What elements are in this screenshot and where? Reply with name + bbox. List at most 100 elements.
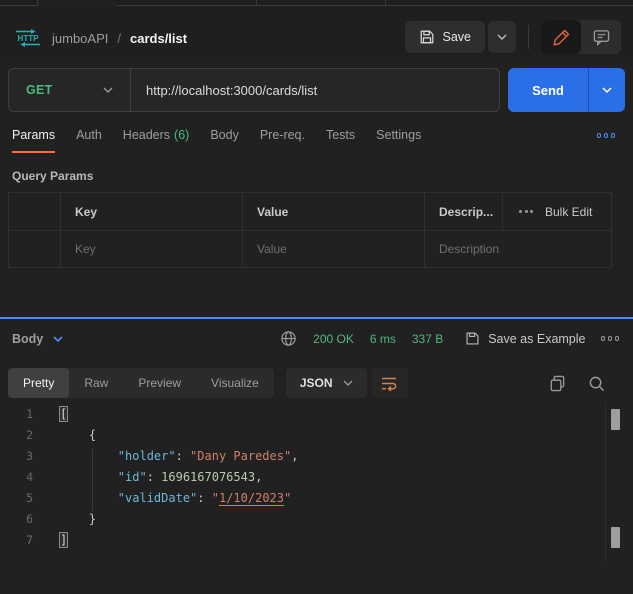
- code-token: ,: [291, 449, 298, 463]
- save-as-example-button[interactable]: Save as Example: [465, 331, 585, 346]
- code-line-content: {: [46, 425, 96, 446]
- code-token: :: [197, 491, 211, 505]
- row-selector-cell[interactable]: [9, 231, 61, 267]
- comment-icon: [593, 29, 610, 46]
- tab-headers[interactable]: Headers (6): [123, 128, 190, 153]
- tab-settings[interactable]: Settings: [376, 128, 421, 153]
- url-bar: GET http://localhost:3000/cards/list: [8, 68, 500, 112]
- code-line-content: [: [46, 404, 67, 425]
- code-line-content: }: [46, 509, 96, 530]
- send-button[interactable]: Send: [508, 68, 625, 112]
- column-header-key: Key: [61, 193, 243, 230]
- code-token: ": [284, 491, 291, 505]
- bulk-edit-button[interactable]: Bulk Edit: [545, 205, 592, 219]
- response-status-badge[interactable]: 200 OK: [313, 332, 354, 346]
- copy-response-button[interactable]: [549, 375, 566, 392]
- save-button[interactable]: Save: [405, 21, 486, 53]
- description-input[interactable]: Description: [425, 231, 611, 267]
- hidden-items-indicator-icon[interactable]: [597, 133, 616, 138]
- header-divider: [528, 25, 529, 49]
- tab-label: Headers: [123, 128, 170, 142]
- edit-request-button[interactable]: [541, 20, 581, 54]
- code-token: ]: [60, 533, 67, 547]
- response-body-editor[interactable]: 1[2 {3 "holder": "Dany Paredes",4 "id": …: [0, 404, 633, 594]
- code-token: [60, 470, 118, 484]
- tab-auth[interactable]: Auth: [76, 128, 102, 153]
- view-tab-preview[interactable]: Preview: [123, 368, 196, 398]
- scrollbar-thumb[interactable]: [611, 409, 620, 430]
- query-params-title: Query Params: [12, 169, 93, 183]
- url-input[interactable]: http://localhost:3000/cards/list: [131, 83, 499, 98]
- tab-params[interactable]: Params: [12, 128, 55, 153]
- view-tab-raw[interactable]: Raw: [69, 368, 123, 398]
- svg-text:HTTP: HTTP: [18, 34, 40, 43]
- table-header-row: Key Value Descrip... Bulk Edit: [9, 193, 611, 231]
- tab-label: Body: [210, 128, 239, 142]
- breadcrumb: HTTP jumboAPI / cards/list: [13, 28, 187, 48]
- line-number: 2: [0, 425, 46, 446]
- search-response-button[interactable]: [588, 375, 605, 392]
- save-as-example-label: Save as Example: [488, 332, 585, 346]
- code-token: "Dany Paredes": [190, 449, 291, 463]
- code-token: [60, 512, 89, 526]
- code-line-content: "holder": "Dany Paredes",: [46, 446, 298, 467]
- format-dropdown[interactable]: JSON: [286, 368, 367, 398]
- comments-button[interactable]: [581, 20, 621, 54]
- tab-label: Tests: [326, 128, 355, 142]
- code-token: 1696167076543: [161, 470, 255, 484]
- tab-tests[interactable]: Tests: [326, 128, 355, 153]
- view-tab-pretty[interactable]: Pretty: [8, 368, 69, 398]
- breadcrumb-request-name[interactable]: cards/list: [130, 31, 187, 46]
- json-link-value[interactable]: 1/10/2023: [219, 491, 284, 506]
- query-params-table: Key Value Descrip... Bulk Edit Key Value…: [8, 192, 612, 268]
- code-line-content: "validDate": "1/10/2023": [46, 488, 291, 509]
- code-token: }: [89, 512, 96, 526]
- code-token: {: [89, 428, 96, 442]
- breadcrumb-separator: /: [117, 31, 121, 46]
- chevron-down-icon: [602, 87, 612, 93]
- copy-icon: [549, 375, 566, 392]
- response-body-label: Body: [12, 332, 43, 346]
- save-options-chevron[interactable]: [488, 21, 516, 53]
- column-options-icon[interactable]: [519, 210, 533, 213]
- code-line: 4 "id": 1696167076543,: [0, 467, 633, 488]
- line-number: 4: [0, 467, 46, 488]
- chevron-down-icon: [53, 336, 63, 342]
- tab-label: Params: [12, 128, 55, 142]
- line-number: 1: [0, 404, 46, 425]
- save-button-label: Save: [443, 30, 472, 44]
- row-selector-column[interactable]: [9, 193, 61, 230]
- wrap-line-icon: [381, 376, 398, 391]
- floppy-icon: [419, 29, 435, 45]
- send-options-chevron[interactable]: [588, 68, 625, 112]
- response-time-badge[interactable]: 6 ms: [370, 332, 396, 346]
- response-body-dropdown[interactable]: Body: [12, 332, 63, 346]
- code-token: [60, 491, 118, 505]
- response-size-badge[interactable]: 337 B: [412, 332, 443, 346]
- view-tab-visualize[interactable]: Visualize: [196, 368, 274, 398]
- tab-label: Auth: [76, 128, 102, 142]
- code-token: [60, 449, 118, 463]
- code-token: ": [212, 491, 219, 505]
- response-options-icon[interactable]: [601, 336, 620, 341]
- key-input[interactable]: Key: [61, 231, 243, 267]
- wrap-line-toggle[interactable]: [372, 368, 408, 398]
- tab-label: Pre-req.: [260, 128, 305, 142]
- code-token: :: [176, 449, 190, 463]
- chevron-down-icon: [497, 34, 507, 40]
- method-selector[interactable]: GET: [9, 69, 131, 111]
- response-toolbar: Body 200 OK 6 ms 337 B Save as Example: [0, 319, 633, 358]
- tab-prereq[interactable]: Pre-req.: [260, 128, 305, 153]
- send-button-label[interactable]: Send: [508, 68, 588, 112]
- code-line: 6 }: [0, 509, 633, 530]
- tab-count-badge: (6): [174, 128, 189, 142]
- breadcrumb-collection[interactable]: jumboAPI: [52, 31, 108, 46]
- response-view-row: PrettyRawPreviewVisualize JSON: [8, 368, 625, 398]
- code-line-content: ]: [46, 530, 67, 551]
- globe-icon[interactable]: [280, 330, 297, 347]
- scrollbar-thumb[interactable]: [611, 527, 620, 548]
- tab-body[interactable]: Body: [210, 128, 239, 153]
- value-input[interactable]: Value: [243, 231, 425, 267]
- tab-label: Settings: [376, 128, 421, 142]
- table-row: Key Value Description: [9, 231, 611, 267]
